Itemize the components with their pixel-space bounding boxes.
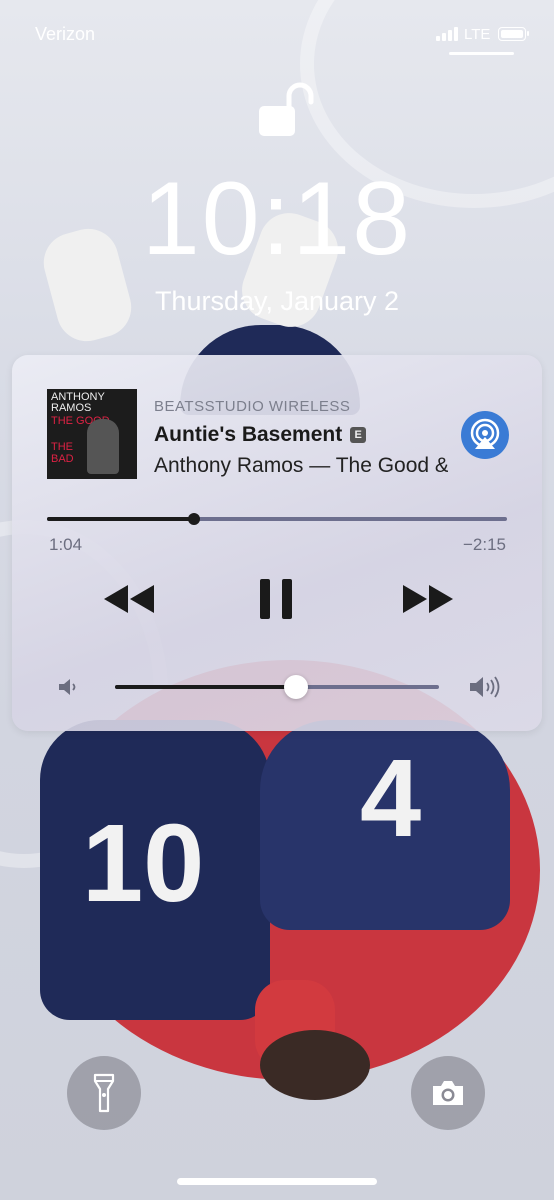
playback-scrubber-handle[interactable]: [188, 513, 201, 525]
airplay-button[interactable]: [461, 411, 509, 459]
elapsed-time: 1:04: [49, 535, 83, 554]
airplay-icon: [470, 418, 500, 449]
unlocked-padlock-icon: [259, 82, 314, 136]
wallpaper-football: [260, 1030, 370, 1100]
remaining-time: −2:15: [462, 535, 506, 554]
rewind-icon: [104, 585, 154, 613]
album-art-text: THE: [51, 441, 73, 453]
playback-scrubber[interactable]: [47, 513, 507, 525]
explicit-badge: E: [350, 427, 367, 444]
status-bar: Verizon LTE: [0, 0, 554, 60]
rewind-button[interactable]: [100, 577, 160, 621]
battery-icon: [498, 27, 529, 41]
track-subtitle[interactable]: Anthony Ramos — The Good & The Bad: [154, 454, 448, 478]
album-art[interactable]: ANTHONY RAMOS THE GOOD THE BAD: [47, 389, 137, 479]
volume-fill: [115, 685, 297, 689]
network-type: LTE: [464, 26, 491, 43]
speaker-high-icon: [470, 676, 500, 698]
volume-slider[interactable]: [115, 675, 439, 699]
now-playing-widget[interactable]: ANTHONY RAMOS THE GOOD THE BAD BEATSSTUD…: [12, 355, 542, 731]
camera-button[interactable]: [411, 1056, 485, 1130]
pause-button[interactable]: [246, 577, 306, 621]
flashlight-button[interactable]: [67, 1056, 141, 1130]
lock-screen-date: Thursday, January 2: [154, 286, 400, 316]
track-title-text: Auntie's Basement: [154, 423, 343, 446]
playback-progress-fill: [47, 517, 195, 521]
pause-icon: [260, 579, 292, 619]
volume-slider-handle[interactable]: [284, 675, 309, 699]
home-indicator[interactable]: [177, 1178, 377, 1185]
album-art-text: BAD: [51, 453, 74, 465]
wallpaper-jersey-number: 10: [82, 802, 205, 925]
album-art-figure: [87, 419, 119, 474]
carrier-name: Verizon: [35, 24, 96, 44]
album-art-text: RAMOS: [51, 402, 92, 414]
fast-forward-icon: [403, 585, 453, 613]
control-center-indicator[interactable]: [449, 52, 514, 55]
wallpaper-jersey-number: 4: [360, 737, 422, 860]
signal-strength-icon: [436, 27, 458, 41]
flashlight-icon: [93, 1073, 115, 1113]
speaker-low-icon: [59, 679, 76, 695]
camera-icon: [433, 1081, 463, 1105]
fast-forward-button[interactable]: [397, 577, 457, 621]
lock-screen-time: 10:18: [141, 161, 413, 277]
output-device-label: BEATSSTUDIO WIRELESS: [154, 398, 351, 415]
track-title[interactable]: Auntie's Basement E: [154, 423, 367, 447]
